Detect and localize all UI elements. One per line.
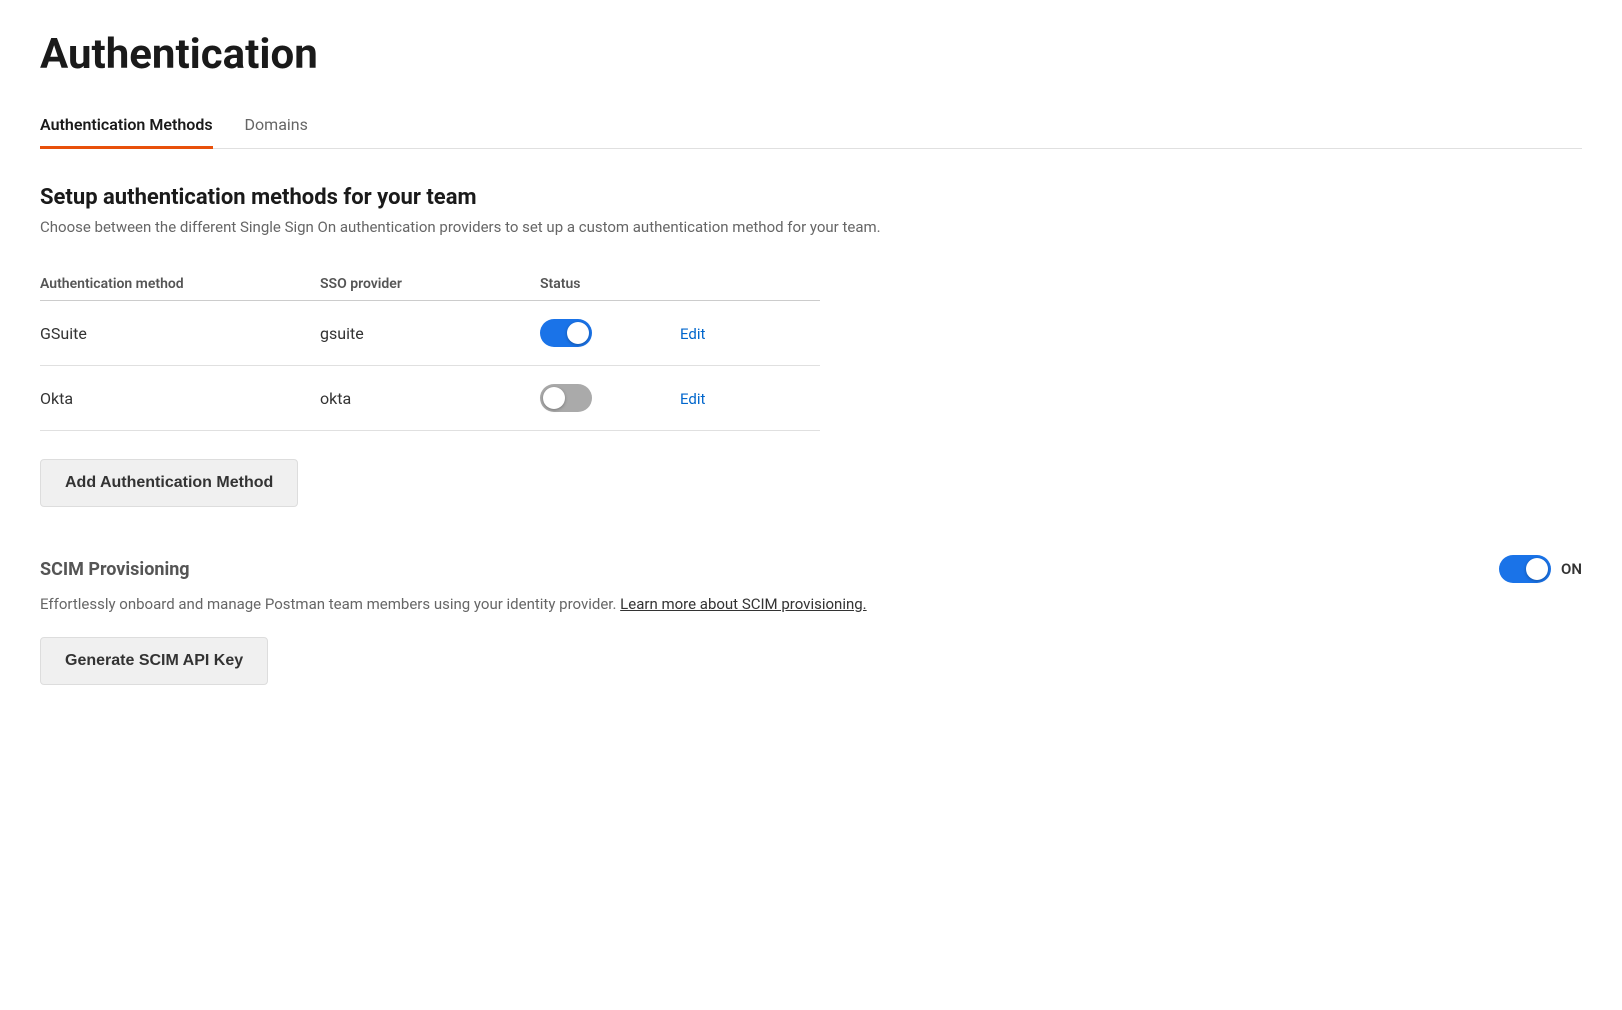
scim-section: SCIM Provisioning ON Effortlessly onboar… <box>40 555 1582 685</box>
edit-gsuite-cell: Edit <box>680 324 760 343</box>
scim-learn-more-link[interactable]: Learn more about SCIM provisioning. <box>620 595 866 613</box>
edit-gsuite-link[interactable]: Edit <box>680 325 705 343</box>
toggle-gsuite[interactable] <box>540 319 592 347</box>
setup-section: Setup authentication methods for your te… <box>40 185 1582 236</box>
toggle-scim[interactable] <box>1499 555 1551 583</box>
scim-toggle-row: ON <box>1499 555 1582 583</box>
col-action <box>680 276 760 292</box>
auth-method-gsuite: GSuite <box>40 324 320 343</box>
table-row: GSuite gsuite Edit <box>40 301 820 366</box>
tabs-nav: Authentication Methods Domains <box>40 103 1582 149</box>
auth-method-okta: Okta <box>40 389 320 408</box>
col-sso-provider: SSO provider <box>320 276 540 292</box>
scim-description-text: Effortlessly onboard and manage Postman … <box>40 595 616 613</box>
setup-section-title: Setup authentication methods for your te… <box>40 185 1582 210</box>
status-toggle-gsuite-cell <box>540 319 680 347</box>
scim-description: Effortlessly onboard and manage Postman … <box>40 595 1582 613</box>
add-authentication-method-button[interactable]: Add Authentication Method <box>40 459 298 507</box>
scim-on-label: ON <box>1561 560 1582 578</box>
auth-methods-table: Authentication method SSO provider Statu… <box>40 268 820 431</box>
edit-okta-cell: Edit <box>680 389 760 408</box>
table-header-row: Authentication method SSO provider Statu… <box>40 268 820 301</box>
scim-header: SCIM Provisioning ON <box>40 555 1582 583</box>
tab-authentication-methods[interactable]: Authentication Methods <box>40 103 213 149</box>
generate-scim-api-key-button[interactable]: Generate SCIM API Key <box>40 637 268 685</box>
table-row: Okta okta Edit <box>40 366 820 431</box>
sso-provider-okta: okta <box>320 389 540 408</box>
sso-provider-gsuite: gsuite <box>320 324 540 343</box>
scim-title: SCIM Provisioning <box>40 559 190 580</box>
toggle-okta[interactable] <box>540 384 592 412</box>
tab-domains[interactable]: Domains <box>245 103 308 149</box>
status-toggle-okta-cell <box>540 384 680 412</box>
edit-okta-link[interactable]: Edit <box>680 390 705 408</box>
col-status: Status <box>540 276 680 292</box>
page-title: Authentication <box>40 30 1582 79</box>
setup-section-description: Choose between the different Single Sign… <box>40 218 1582 236</box>
col-auth-method: Authentication method <box>40 276 320 292</box>
